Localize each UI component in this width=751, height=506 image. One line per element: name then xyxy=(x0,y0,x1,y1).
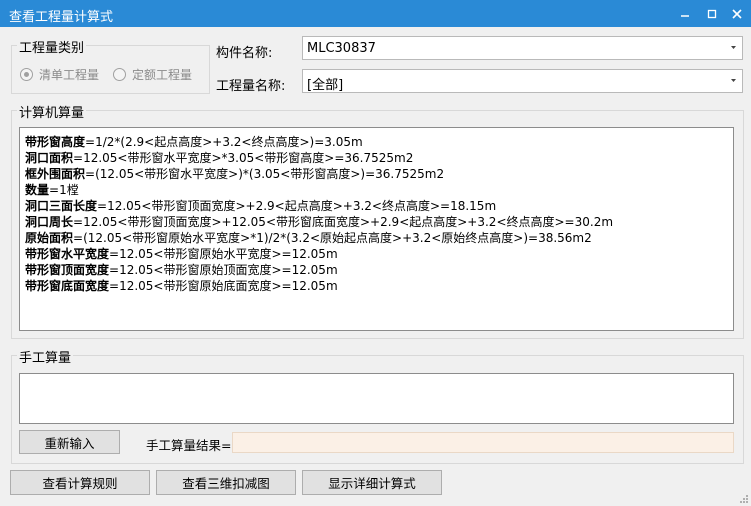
quantity-name-select[interactable]: [全部] xyxy=(302,69,743,93)
formula-line: 洞口周长=12.05<带形窗顶面宽度>+12.05<带形窗底面宽度>+2.9<起… xyxy=(25,214,613,230)
radio-bill-quantity[interactable]: 清单工程量 xyxy=(20,66,99,83)
radio-quota-quantity[interactable]: 定额工程量 xyxy=(113,66,192,83)
maximize-icon xyxy=(707,9,717,18)
title-bar: 查看工程量计算式 xyxy=(0,0,751,27)
formula-expr: =1/2*(2.9<起点高度>+3.2<终点高度>)=3.05m xyxy=(85,135,363,149)
formula-expr: =12.05<带形窗原始水平宽度>=12.05m xyxy=(109,247,338,261)
manual-legend: 手工算量 xyxy=(17,347,74,366)
formula-name: 数量 xyxy=(25,183,50,197)
close-icon xyxy=(732,8,742,19)
view-3d-deduction-button[interactable]: 查看三维扣减图 xyxy=(156,470,296,495)
chevron-down-icon xyxy=(731,79,736,82)
formula-expr: =12.05<带形窗原始顶面宽度>=12.05m xyxy=(109,263,338,277)
formula-expr: =(12.05<带形窗水平宽度>)*(3.05<带形窗高度>)=36.7525m… xyxy=(85,167,445,181)
formula-line: 原始面积=(12.05<带形窗原始水平宽度>*1)/2*(3.2<原始起点高度>… xyxy=(25,230,592,246)
formula-line: 洞口三面长度=12.05<带形窗顶面宽度>+2.9<起点高度>+3.2<终点高度… xyxy=(25,198,496,214)
manual-result-label: 手工算量结果= xyxy=(146,438,232,453)
window-title: 查看工程量计算式 xyxy=(9,10,114,25)
reenter-button[interactable]: 重新输入 xyxy=(19,430,120,454)
component-name-label: 构件名称: xyxy=(216,46,273,61)
close-button[interactable] xyxy=(722,0,751,27)
calc-formula-box[interactable]: 带形窗高度=1/2*(2.9<起点高度>+3.2<终点高度>)=3.05m 洞口… xyxy=(19,127,734,331)
quantity-name-label: 工程量名称: xyxy=(216,79,286,94)
formula-expr: =12.05<带形窗顶面宽度>+12.05<带形窗底面宽度>+2.9<起点高度>… xyxy=(73,215,614,229)
formula-line: 带形窗水平宽度=12.05<带形窗原始水平宽度>=12.05m xyxy=(25,246,338,262)
quantity-name-value: [全部] xyxy=(307,78,344,93)
component-name-select[interactable]: MLC30837 xyxy=(302,36,743,60)
manual-input-box[interactable] xyxy=(19,373,734,424)
minimize-icon xyxy=(681,14,689,17)
formula-name: 带形窗水平宽度 xyxy=(25,247,110,261)
formula-name: 原始面积 xyxy=(25,231,74,245)
formula-expr: =(12.05<带形窗原始水平宽度>*1)/2*(3.2<原始起点高度>+3.2… xyxy=(73,231,592,245)
radio-quota-label: 定额工程量 xyxy=(132,68,193,82)
formula-name: 带形窗底面宽度 xyxy=(25,279,110,293)
formula-expr: =1樘 xyxy=(49,183,79,197)
manual-result-field xyxy=(232,432,734,453)
formula-expr: =12.05<带形窗顶面宽度>+2.9<起点高度>+3.2<终点高度>=18.1… xyxy=(97,199,497,213)
formula-line: 数量=1樘 xyxy=(25,182,79,198)
view-calc-rules-button[interactable]: 查看计算规则 xyxy=(10,470,150,495)
radio-unchecked-icon xyxy=(113,68,126,81)
formula-line: 框外围面积=(12.05<带形窗水平宽度>)*(3.05<带形窗高度>)=36.… xyxy=(25,166,444,182)
formula-line: 带形窗底面宽度=12.05<带形窗原始底面宽度>=12.05m xyxy=(25,278,338,294)
formula-line: 洞口面积=12.05<带形窗水平宽度>*3.05<带形窗高度>=36.7525m… xyxy=(25,150,413,166)
category-legend: 工程量类别 xyxy=(17,37,87,56)
component-name-value: MLC30837 xyxy=(307,41,376,56)
formula-name: 洞口三面长度 xyxy=(25,199,98,213)
formula-line: 带形窗高度=1/2*(2.9<起点高度>+3.2<终点高度>)=3.05m xyxy=(25,134,363,150)
chevron-down-icon xyxy=(731,46,736,49)
radio-bill-label: 清单工程量 xyxy=(39,68,100,82)
radio-checked-icon xyxy=(20,68,33,81)
formula-expr: =12.05<带形窗原始底面宽度>=12.05m xyxy=(109,279,338,293)
formula-line: 带形窗顶面宽度=12.05<带形窗原始顶面宽度>=12.05m xyxy=(25,262,338,278)
formula-name: 带形窗高度 xyxy=(25,135,86,149)
resize-grip-icon[interactable] xyxy=(739,494,749,504)
formula-name: 洞口面积 xyxy=(25,151,74,165)
show-detail-formula-button[interactable]: 显示详细计算式 xyxy=(302,470,442,495)
formula-name: 框外围面积 xyxy=(25,167,86,181)
minimize-button[interactable] xyxy=(670,0,700,27)
formula-expr: =12.05<带形窗水平宽度>*3.05<带形窗高度>=36.7525m2 xyxy=(73,151,414,165)
calc-legend: 计算机算量 xyxy=(17,102,87,121)
formula-name: 洞口周长 xyxy=(25,215,74,229)
formula-name: 带形窗顶面宽度 xyxy=(25,263,110,277)
